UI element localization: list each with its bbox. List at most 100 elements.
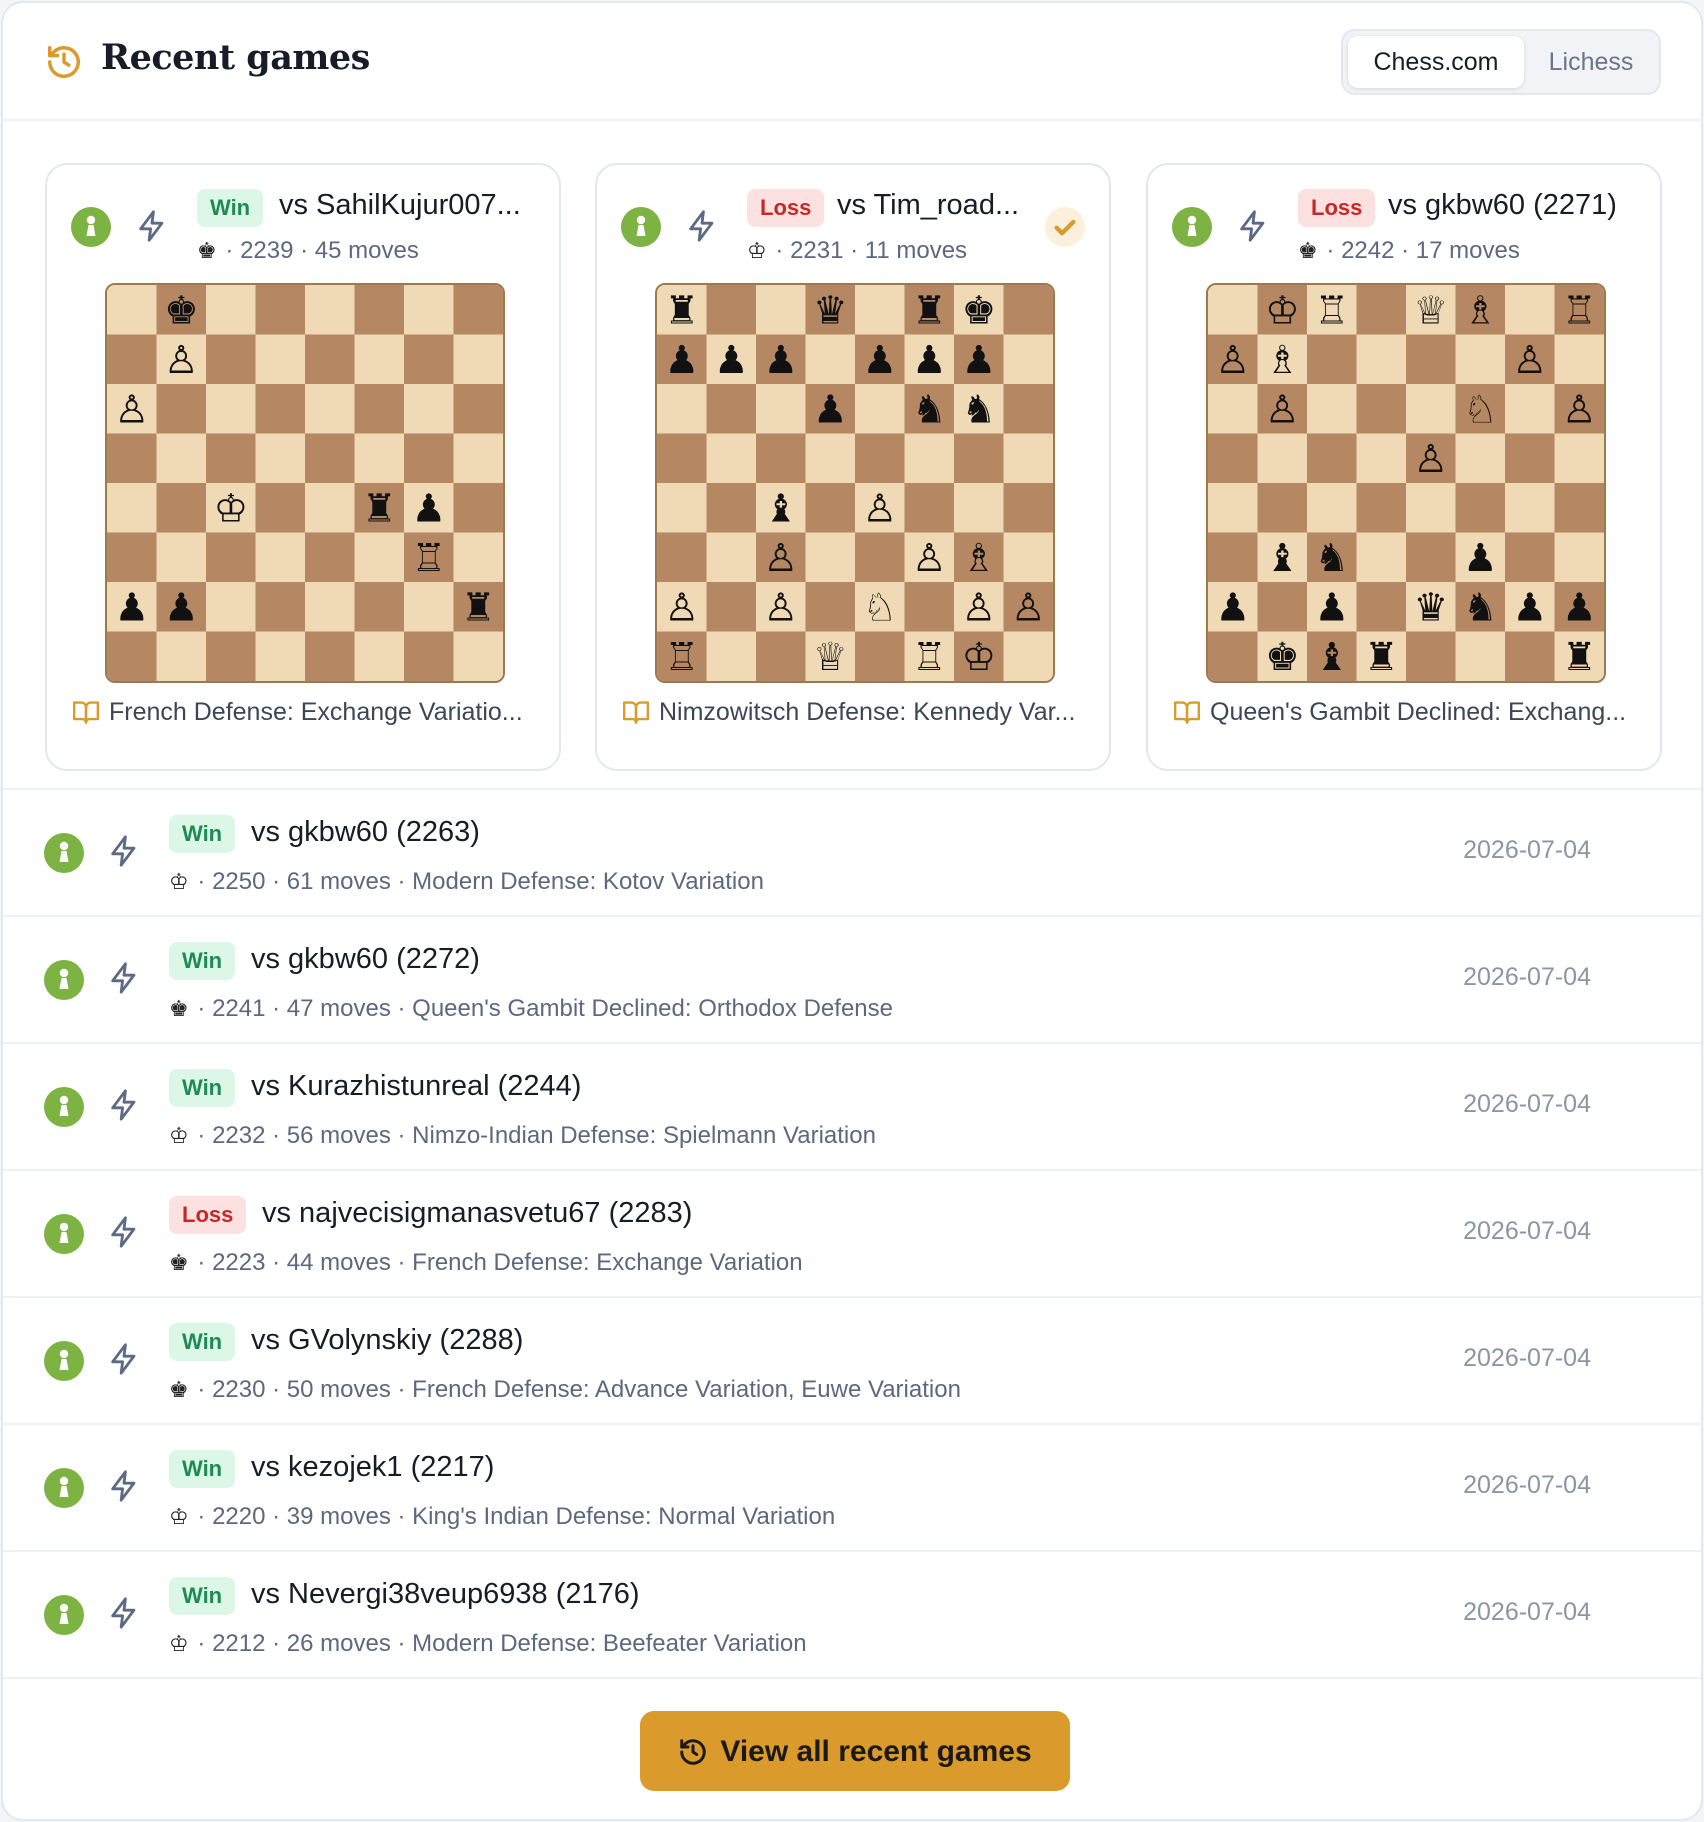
view-all-games-button[interactable]: View all recent games (640, 1711, 1070, 1791)
white-piece: ♕ (1413, 289, 1448, 334)
board-square (156, 433, 206, 483)
board-square (805, 582, 855, 632)
result-badge: Loss (169, 1196, 247, 1234)
white-piece: ♖ (912, 635, 947, 680)
opponent-name: vs Tim_road... (837, 189, 1020, 221)
pawn-icon (621, 207, 661, 247)
board-square (1307, 433, 1357, 483)
board-square (706, 285, 756, 335)
board-square (1356, 483, 1406, 533)
board-square (805, 483, 855, 533)
book-icon (1173, 701, 1200, 725)
game-row[interactable]: Win vs gkbw60 (2263) ♔ · 2250 · 61 moves… (3, 788, 1701, 914)
game-row[interactable]: Win vs kezojek1 (2217) ♔ · 2220 · 39 mov… (3, 1423, 1701, 1549)
black-piece: ♟ (862, 338, 897, 383)
board-square (156, 631, 206, 681)
reviewed-check-icon (1045, 207, 1085, 247)
blitz-icon (111, 1470, 136, 1502)
white-piece: ♗ (961, 536, 996, 581)
black-piece: ♟ (714, 338, 749, 383)
featured-game-card[interactable]: Loss vs Tim_road... ♔ · 2231 · 11 moves … (595, 163, 1111, 771)
board-square (706, 384, 756, 434)
board-square (156, 483, 206, 533)
board-svg: ♜ ♛ ♜ ♚♟ ♟ ♟ ♟ ♟ ♟♟ ♞ ♞♝ ♙♙ ♙ ♗♙ ♙ ♘ ♙ ♙♖ ♕ ♖ ♔ (657, 285, 1053, 681)
board-square (756, 631, 806, 681)
featured-game-card[interactable]: Win vs SahilKujur007... ♚ · 2239 · 45 mo… (45, 163, 561, 771)
tab-lichess[interactable]: Lichess (1527, 36, 1655, 88)
book-icon (72, 701, 99, 725)
blitz-icon (111, 1597, 136, 1629)
game-details: 56 moves · Nimzo-Indian Defense: Spielma… (286, 1122, 876, 1149)
tab-chess-com[interactable]: Chess.com (1348, 36, 1524, 88)
board-square (255, 334, 305, 384)
history-icon (680, 1739, 707, 1765)
board-square (1257, 582, 1307, 632)
board-square (1003, 285, 1053, 335)
board-square (756, 433, 806, 483)
board-square (756, 384, 806, 434)
pawn-icon (44, 1341, 84, 1381)
game-row[interactable]: Win vs GVolynskiy (2288) ♚ · 2230 · 50 m… (3, 1296, 1701, 1422)
board-square (305, 532, 355, 582)
board-square (855, 532, 905, 582)
white-piece: ♖ (411, 536, 446, 581)
board-square (1455, 334, 1505, 384)
pawn-icon (71, 207, 111, 247)
blitz-icon (111, 1343, 136, 1375)
board-square (453, 433, 503, 483)
result-badge: Win (169, 1577, 236, 1615)
game-details: 26 moves · Modern Defense: Beefeater Var… (286, 1630, 807, 1657)
blitz-icon (1240, 210, 1265, 242)
black-piece: ♟ (961, 338, 996, 383)
white-piece: ♙ (1011, 586, 1046, 631)
board-square (904, 582, 954, 632)
blitz-icon (111, 835, 136, 867)
game-date: 2026-07-04 (1463, 1344, 1591, 1372)
result-badge: Loss (747, 189, 825, 227)
black-piece: ♛ (1413, 586, 1448, 631)
player-rating: 2212 (212, 1630, 266, 1657)
opening-name: French Defense: Exchange Variatio... (71, 697, 523, 737)
board-square (206, 631, 256, 681)
black-piece: ♚ (164, 289, 199, 334)
pawn-icon (44, 960, 84, 1000)
board-square (404, 285, 454, 335)
board-square (1003, 483, 1053, 533)
board-square (1505, 285, 1555, 335)
board-square (855, 285, 905, 335)
pawn-icon (44, 1468, 84, 1508)
board-square (354, 532, 404, 582)
white-piece: ♙ (961, 586, 996, 631)
black-piece: ♛ (813, 289, 848, 334)
game-row[interactable]: Win vs Kurazhistunreal (2244) ♔ · 2232 ·… (3, 1042, 1701, 1168)
board-square (954, 433, 1004, 483)
black-piece: ♜ (1364, 635, 1399, 680)
opponent-name: vs SahilKujur007... (279, 189, 521, 221)
black-piece: ♟ (664, 338, 699, 383)
board-square (305, 483, 355, 533)
board-square (453, 384, 503, 434)
black-piece: ♜ (664, 289, 699, 334)
board-square (206, 285, 256, 335)
featured-game-card[interactable]: Loss vs gkbw60 (2271) ♚ · 2242 · 17 move… (1146, 163, 1662, 771)
opening-name: Nimzowitsch Defense: Kennedy Var... (621, 697, 1075, 737)
board-square (1505, 532, 1555, 582)
board-square (255, 384, 305, 434)
board-svg: ♚♙♙♔ ♜ ♟♖♟ ♟ ♜ (107, 285, 503, 681)
black-piece: ♜ (461, 586, 496, 631)
result-badge: Loss (1298, 189, 1376, 227)
game-date: 2026-07-04 (1463, 1471, 1591, 1499)
game-row[interactable]: Loss vs najvecisigmanasvetu67 (2283) ♚ ·… (3, 1169, 1701, 1295)
board-square (354, 384, 404, 434)
board-square (1003, 384, 1053, 434)
game-meta: ♔ · 2250 · 61 moves · Modern Defense: Ko… (169, 868, 764, 895)
board-square (206, 433, 256, 483)
black-piece: ♟ (813, 388, 848, 433)
board-square (206, 334, 256, 384)
board-square (1554, 433, 1604, 483)
black-piece: ♝ (763, 487, 798, 532)
white-king-icon: ♔ (169, 1123, 189, 1148)
white-piece: ♖ (664, 635, 699, 680)
game-row[interactable]: Win vs Nevergi38veup6938 (2176) ♔ · 2212… (3, 1550, 1701, 1676)
game-row[interactable]: Win vs gkbw60 (2272) ♚ · 2241 · 47 moves… (3, 915, 1701, 1041)
